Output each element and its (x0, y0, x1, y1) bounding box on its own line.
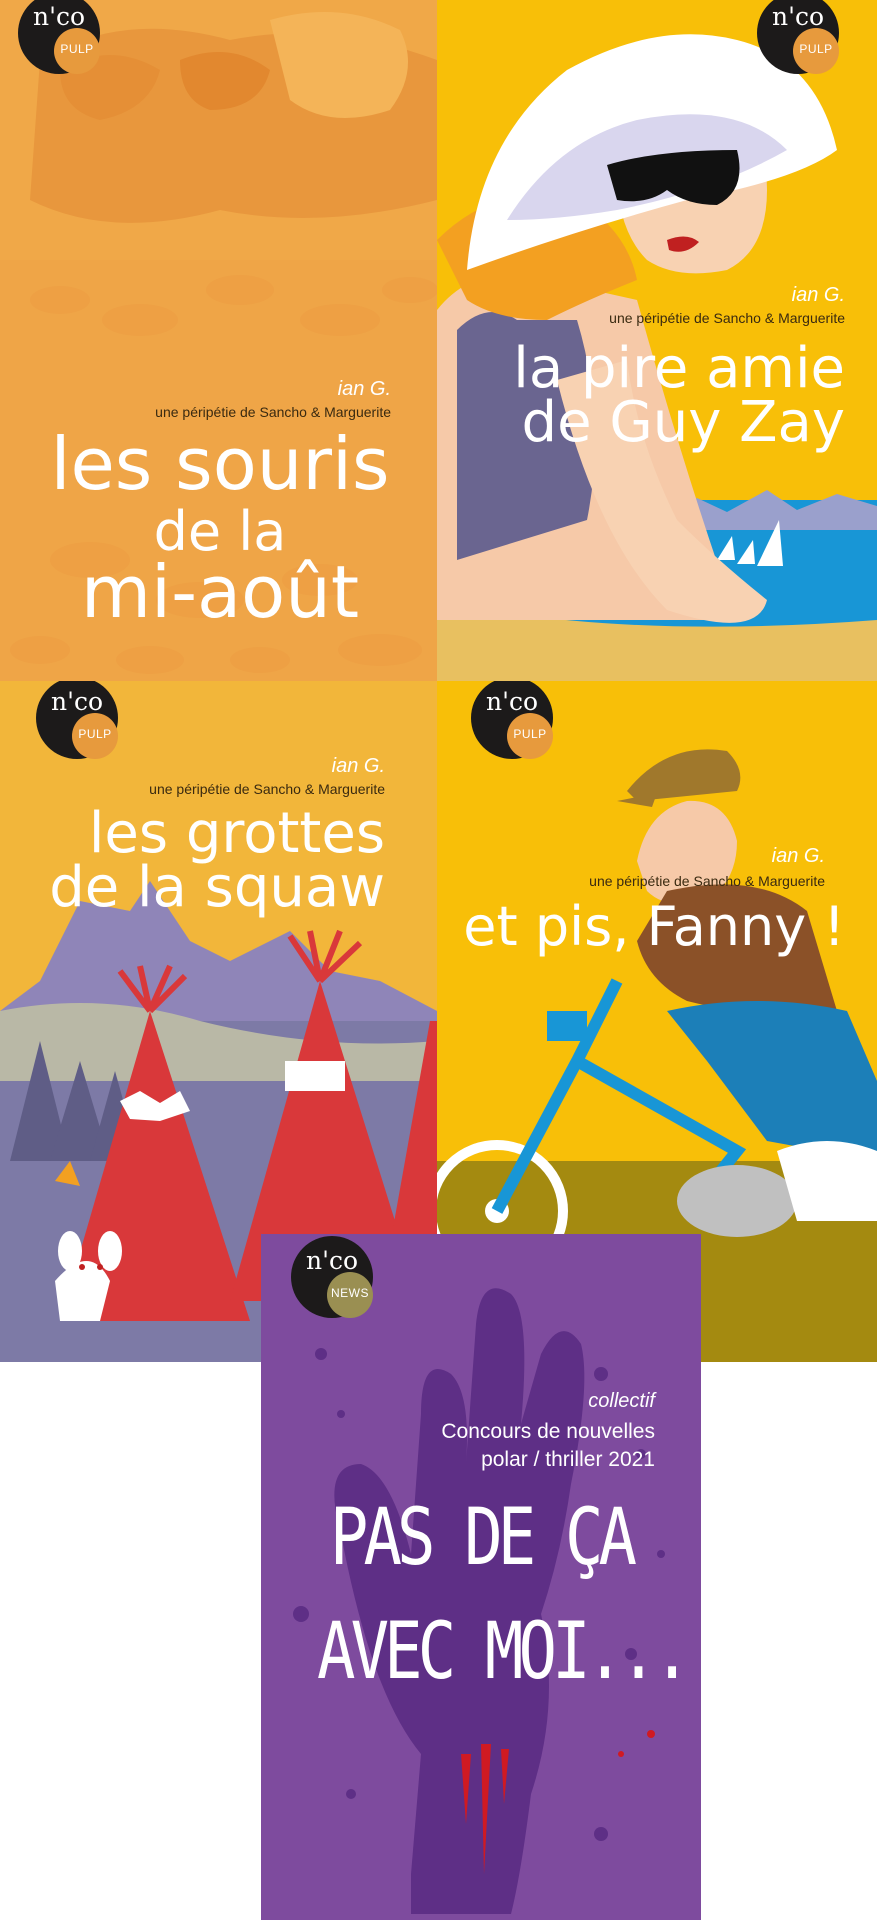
logo-brand: n'co (305, 1246, 359, 1275)
cover-title-line-1: les souris (50, 422, 390, 506)
logo-series: PULP (799, 42, 833, 56)
logo-brand: n'co (771, 2, 825, 31)
cover-author: ian G. (771, 845, 825, 867)
cover-subtitle: une péripétie de Sancho & Marguerite (609, 310, 845, 326)
cover-title-line-3: mi-août (80, 550, 360, 634)
cover-title-line-2: de la squaw (49, 855, 385, 920)
cover-author: collectif (588, 1390, 655, 1412)
cover-title-line-2: AVEC MOI... (317, 1607, 691, 1697)
logo-series: PULP (60, 42, 94, 56)
cover-subtitle-line-1: Concours de nouvelles (441, 1420, 655, 1443)
cover-subtitle: une péripétie de Sancho & Marguerite (589, 873, 825, 889)
cover-author: ian G. (337, 378, 391, 400)
nco-news-logo: n'co NEWS (291, 1236, 373, 1318)
logo-brand: n'co (50, 687, 104, 716)
book-cover-pas-de-ca[interactable]: n'co NEWS collectif Concours de nouvelle… (261, 1234, 701, 1920)
cover-subtitle-line-2: polar / thriller 2021 (481, 1448, 655, 1471)
logo-brand: n'co (485, 687, 539, 716)
cover-title-line-1: et pis, Fanny ! (463, 895, 845, 958)
nco-pulp-logo: n'co PULP (18, 0, 100, 74)
nco-pulp-logo: n'co PULP (471, 681, 553, 759)
book-cover-la-pire-amie[interactable]: n'co PULP ian G. une péripétie de Sancho… (437, 0, 877, 681)
logo-series: NEWS (331, 1286, 369, 1300)
cover-title-line-1: PAS DE ÇA (329, 1493, 637, 1583)
cover-author: ian G. (331, 755, 385, 777)
cover-title-line-2: de Guy Zay (521, 390, 845, 455)
logo-series: PULP (78, 727, 112, 741)
cover-subtitle: une péripétie de Sancho & Marguerite (149, 781, 385, 797)
nco-pulp-logo: n'co PULP (36, 681, 118, 759)
cover-subtitle: une péripétie de Sancho & Marguerite (155, 404, 391, 420)
logo-series: PULP (513, 727, 547, 741)
book-cover-les-souris[interactable]: n'co PULP ian G. une péripétie de Sancho… (0, 0, 437, 681)
nco-pulp-logo: n'co PULP (757, 0, 839, 74)
logo-brand: n'co (32, 2, 86, 31)
cover-author: ian G. (791, 284, 845, 306)
